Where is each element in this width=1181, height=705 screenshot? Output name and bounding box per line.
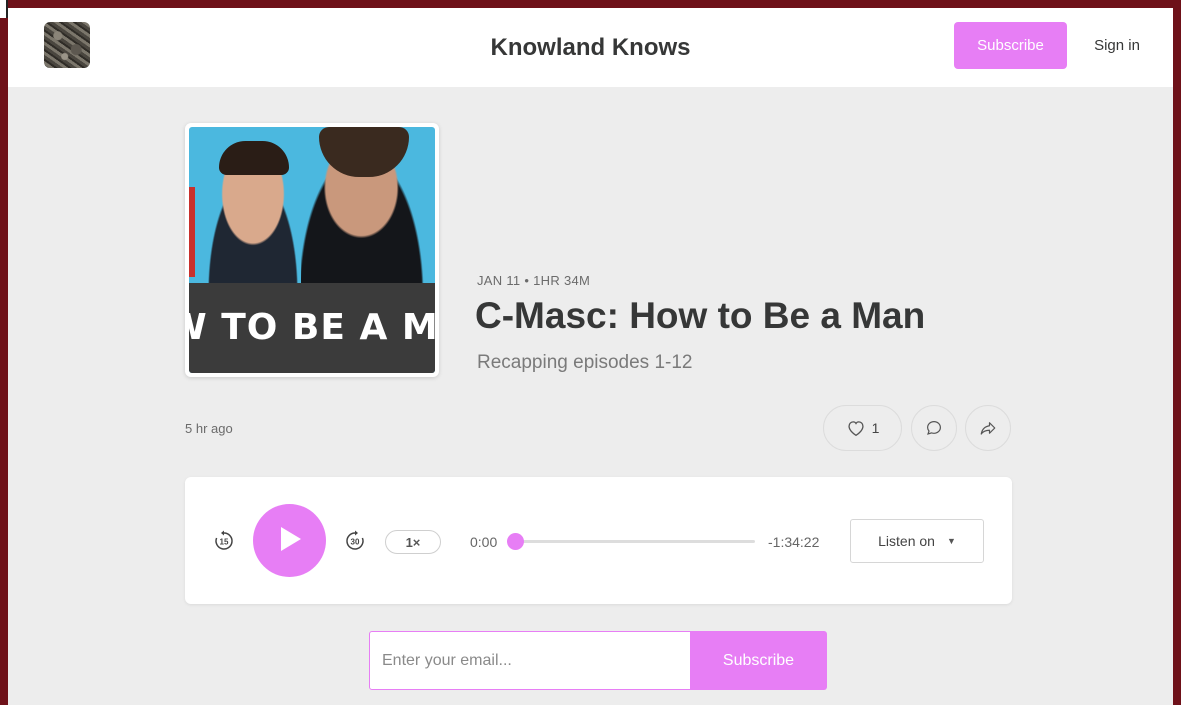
heart-icon bbox=[846, 419, 866, 437]
svg-text:15: 15 bbox=[220, 538, 229, 547]
remaining-time: -1:34:22 bbox=[768, 534, 820, 550]
email-subscribe-button[interactable]: Subscribe bbox=[690, 631, 827, 690]
playback-speed-button[interactable]: 1× bbox=[385, 530, 441, 554]
listen-on-label: Listen on bbox=[878, 533, 935, 549]
window-frame-top bbox=[0, 0, 1181, 8]
comment-icon bbox=[925, 419, 943, 437]
window-frame-corner bbox=[0, 0, 8, 18]
progress-scrubber[interactable] bbox=[507, 533, 524, 550]
play-icon bbox=[277, 525, 303, 556]
header-subscribe-button[interactable]: Subscribe bbox=[954, 22, 1067, 69]
episode-title: C-Masc: How to Be a Man bbox=[475, 295, 926, 336]
episode-page: W TO BE A M JAN 11 • 1HR 34M C-Masc: How… bbox=[8, 87, 1173, 705]
cover-red-stripe bbox=[189, 187, 195, 277]
episode-cover-art: W TO BE A M bbox=[185, 123, 439, 377]
episode-subtitle: Recapping episodes 1-12 bbox=[477, 352, 693, 373]
top-navigation-bar: Knowland Knows Subscribe Sign in bbox=[8, 8, 1173, 87]
skip-forward-30-icon[interactable]: 30 bbox=[343, 529, 367, 558]
window-frame-left bbox=[0, 0, 8, 705]
sign-in-button[interactable]: Sign in bbox=[1082, 22, 1152, 69]
posted-time: 5 hr ago bbox=[185, 421, 233, 436]
share-icon bbox=[979, 419, 997, 437]
svg-text:30: 30 bbox=[351, 538, 360, 547]
caret-down-icon: ▼ bbox=[946, 536, 956, 546]
audio-player: 15 30 1× 0:00 -1:34:22 Listen on ▼ bbox=[185, 477, 1012, 604]
cover-image: W TO BE A M bbox=[189, 127, 435, 373]
like-button[interactable]: 1 bbox=[823, 405, 902, 451]
skip-back-15-icon[interactable]: 15 bbox=[212, 529, 236, 558]
share-button[interactable] bbox=[965, 405, 1011, 451]
email-input[interactable] bbox=[369, 631, 691, 690]
like-count: 1 bbox=[871, 420, 880, 436]
comment-button[interactable] bbox=[911, 405, 957, 451]
progress-track[interactable] bbox=[507, 533, 755, 550]
listen-on-dropdown[interactable]: Listen on ▼ bbox=[850, 519, 984, 563]
cover-text: W TO BE A M bbox=[189, 307, 435, 348]
cover-hair-left bbox=[219, 141, 289, 175]
current-time: 0:00 bbox=[470, 534, 498, 550]
window-frame-right bbox=[1173, 0, 1181, 705]
play-button[interactable] bbox=[253, 504, 326, 577]
episode-meta: JAN 11 • 1HR 34M bbox=[477, 273, 591, 288]
email-subscribe-form: Subscribe bbox=[369, 631, 827, 690]
